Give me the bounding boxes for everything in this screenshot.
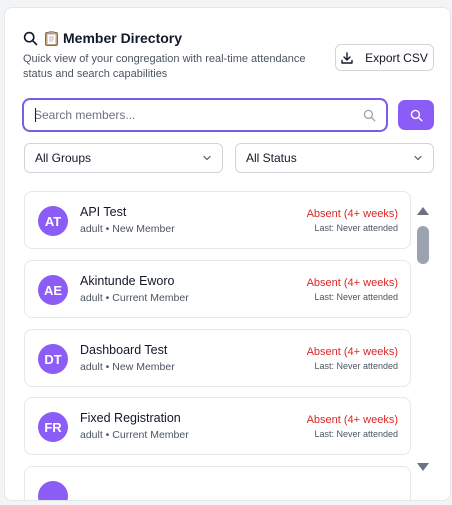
chevron-down-icon [202,153,212,163]
attendance-status: Absent (4+ weeks) [306,346,398,358]
member-name: API Test [80,205,127,219]
chevron-down-icon [413,153,423,163]
member-name: Fixed Registration [80,411,181,425]
last-attended: Last: Never attended [314,429,398,439]
scrollbar-thumb[interactable] [417,226,429,264]
member-directory-card: Member Directory Quick view of your cong… [4,7,451,501]
avatar: FR [38,412,68,442]
attendance-status: Absent (4+ weeks) [306,277,398,289]
page-subtitle: Quick view of your congregation with rea… [23,53,306,80]
clipboard-icon [44,30,59,46]
search-input[interactable] [34,108,363,122]
avatar: AE [38,275,68,305]
download-icon [341,51,353,64]
member-name: Dashboard Test [80,343,168,357]
member-card[interactable]: FR Fixed Registration adult • Current Me… [24,397,411,455]
page-title: Member Directory [63,30,183,46]
member-meta: adult • Current Member [80,429,189,441]
search-icon [23,31,38,46]
group-filter-value: All Groups [35,151,92,165]
avatar: AT [38,206,68,236]
member-meta: adult • New Member [80,223,175,235]
member-card[interactable] [24,466,411,500]
scroll-down-arrow[interactable] [416,459,430,471]
last-attended: Last: Never attended [314,292,398,302]
status-filter-select[interactable]: All Status [235,143,434,173]
export-csv-button[interactable]: Export CSV [335,44,434,71]
member-name: Akintunde Eworo [80,274,175,288]
group-filter-select[interactable]: All Groups [24,143,223,173]
scroll-up-arrow[interactable] [416,203,430,215]
member-meta: adult • Current Member [80,292,189,304]
export-csv-label: Export CSV [365,50,428,65]
member-meta: adult • New Member [80,361,175,373]
text-caret [35,108,36,122]
status-filter-value: All Status [246,151,297,165]
attendance-status: Absent (4+ weeks) [306,208,398,220]
last-attended: Last: Never attended [314,223,398,233]
avatar: DT [38,344,68,374]
search-icon [410,109,423,122]
member-card[interactable]: AT API Test adult • New Member Absent (4… [24,191,411,249]
last-attended: Last: Never attended [314,361,398,371]
avatar [38,481,68,500]
member-card[interactable]: AE Akintunde Eworo adult • Current Membe… [24,260,411,318]
member-list[interactable]: AT API Test adult • New Member Absent (4… [24,191,411,500]
search-button[interactable] [398,100,434,130]
search-field[interactable] [22,98,388,132]
search-icon [363,109,376,122]
attendance-status: Absent (4+ weeks) [306,414,398,426]
member-card[interactable]: DT Dashboard Test adult • New Member Abs… [24,329,411,387]
